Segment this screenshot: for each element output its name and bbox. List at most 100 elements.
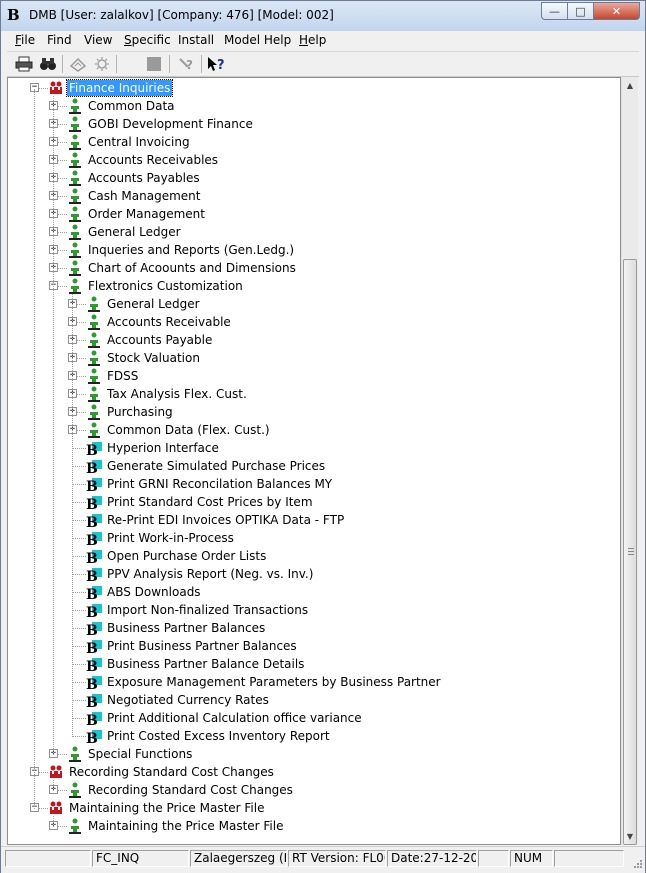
minimize-button[interactable]: —: [541, 2, 568, 20]
menu-model-help[interactable]: Model Help: [224, 33, 291, 47]
tree-row[interactable]: + Special Functions: [8, 745, 608, 763]
tree-row[interactable]: B Print Standard Cost Prices by Item: [8, 493, 608, 511]
tree-item-label[interactable]: Print Additional Calculation office vari…: [107, 710, 362, 726]
tree-item-label[interactable]: Business Partner Balances: [107, 620, 265, 636]
stop-button[interactable]: [143, 54, 165, 74]
tree-row[interactable]: B Import Non-finalized Transactions: [8, 601, 608, 619]
menu-install[interactable]: Install: [178, 33, 214, 47]
tree-item-label[interactable]: Recording Standard Cost Changes: [69, 764, 274, 780]
menu-help[interactable]: Help: [299, 33, 326, 47]
tree-item-label[interactable]: Accounts Receivables: [88, 152, 218, 168]
resize-grip-icon[interactable]: [631, 859, 643, 871]
vertical-scrollbar[interactable]: ▲ ▼: [621, 77, 638, 845]
tree-item-label[interactable]: Chart of Acoounts and Dimensions: [88, 260, 296, 276]
menu-view[interactable]: View: [84, 33, 112, 47]
tree-row[interactable]: + Stock Valuation: [8, 349, 608, 367]
tree-item-label[interactable]: Stock Valuation: [107, 350, 200, 366]
tree-row[interactable]: + Chart of Acoounts and Dimensions: [8, 259, 608, 277]
tree-row[interactable]: + Common Data: [8, 97, 608, 115]
tree-row[interactable]: B Print Work-in-Process: [8, 529, 608, 547]
tree-row[interactable]: − Finance Inquiries: [8, 79, 608, 97]
menu-tree[interactable]: − Finance Inquiries + Common Data + GOBI Deve…: [7, 77, 621, 845]
tree-item-label[interactable]: Central Invoicing: [88, 134, 190, 150]
tree-row[interactable]: + Common Data (Flex. Cust.): [8, 421, 608, 439]
help-query-button[interactable]: ?: [175, 54, 197, 74]
tree-item-label[interactable]: Special Functions: [88, 746, 192, 762]
tree-item-label[interactable]: Accounts Receivable: [107, 314, 231, 330]
tree-row[interactable]: B PPV Analysis Report (Neg. vs. Inv.): [8, 565, 608, 583]
tree-item-label[interactable]: Purchasing: [107, 404, 173, 420]
tree-item-label[interactable]: Negotiated Currency Rates: [107, 692, 269, 708]
tree-item-label[interactable]: General Ledger: [107, 296, 200, 312]
tree-item-label[interactable]: Import Non-finalized Transactions: [107, 602, 308, 618]
tree-row[interactable]: + Recording Standard Cost Changes: [8, 781, 608, 799]
tree-item-label[interactable]: Print GRNI Reconcilation Balances MY: [107, 476, 332, 492]
scroll-down-button[interactable]: ▼: [622, 828, 638, 845]
tree-row[interactable]: + Central Invoicing: [8, 133, 608, 151]
tree-item-label[interactable]: Re-Print EDI Invoices OPTIKA Data - FTP: [107, 512, 344, 528]
tree-item-label[interactable]: Order Management: [88, 206, 205, 222]
tree-row[interactable]: + Order Management: [8, 205, 608, 223]
menu-specific[interactable]: Specific: [124, 33, 171, 47]
find-button[interactable]: [37, 54, 59, 74]
tree-row[interactable]: + Inqueries and Reports (Gen.Ledg.): [8, 241, 608, 259]
tree-item-label[interactable]: GOBI Development Finance: [88, 116, 253, 132]
tree-item-label[interactable]: Common Data (Flex. Cust.): [107, 422, 270, 438]
scroll-thumb[interactable]: [623, 259, 637, 845]
tree-row[interactable]: + General Ledger: [8, 223, 608, 241]
tree-row[interactable]: − Flextronics Customization: [8, 277, 608, 295]
tree-row[interactable]: + Tax Analysis Flex. Cust.: [8, 385, 608, 403]
tree-item-label[interactable]: FDSS: [107, 368, 138, 384]
tree-item-label[interactable]: Maintaining the Price Master File: [69, 800, 265, 816]
tree-item-label[interactable]: Business Partner Balance Details: [107, 656, 304, 672]
tree-row[interactable]: + Accounts Payables: [8, 169, 608, 187]
tree-row[interactable]: B Generate Simulated Purchase Prices: [8, 457, 608, 475]
tree-item-label[interactable]: Accounts Payable: [107, 332, 212, 348]
tree-item-label[interactable]: Print Standard Cost Prices by Item: [107, 494, 313, 510]
tree-item-label[interactable]: Accounts Payables: [88, 170, 200, 186]
tree-item-label[interactable]: Cash Management: [88, 188, 200, 204]
tree-item-label[interactable]: Common Data: [88, 98, 175, 114]
app-b-icon[interactable]: B: [7, 7, 23, 23]
tree-item-label[interactable]: Print Costed Excess Inventory Report: [107, 728, 330, 744]
tree-row[interactable]: − Recording Standard Cost Changes: [8, 763, 608, 781]
tree-row[interactable]: − Maintaining the Price Master File: [8, 799, 608, 817]
tree-row[interactable]: B Print Business Partner Balances: [8, 637, 608, 655]
tree-row[interactable]: B Negotiated Currency Rates: [8, 691, 608, 709]
tree-item-label[interactable]: Open Purchase Order Lists: [107, 548, 266, 564]
tree-row[interactable]: B Open Purchase Order Lists: [8, 547, 608, 565]
maximize-button[interactable]: □: [568, 2, 594, 20]
tree-row[interactable]: + Purchasing: [8, 403, 608, 421]
close-button[interactable]: ✕: [594, 2, 640, 20]
tool-4-button[interactable]: [91, 54, 113, 74]
tree-item-label[interactable]: Finance Inquiries: [65, 79, 174, 97]
print-button[interactable]: [13, 54, 35, 74]
tree-row[interactable]: + FDSS: [8, 367, 608, 385]
tree-row[interactable]: B Business Partner Balances: [8, 619, 608, 637]
tool-3-button[interactable]: [67, 54, 89, 74]
tree-item-label[interactable]: Print Work-in-Process: [107, 530, 234, 546]
menu-find[interactable]: Find: [47, 33, 72, 47]
tree-item-label[interactable]: PPV Analysis Report (Neg. vs. Inv.): [107, 566, 313, 582]
tree-row[interactable]: B Print GRNI Reconcilation Balances MY: [8, 475, 608, 493]
tree-row[interactable]: + General Ledger: [8, 295, 608, 313]
scroll-up-button[interactable]: ▲: [622, 77, 638, 94]
tree-row[interactable]: B ABS Downloads: [8, 583, 608, 601]
tree-row[interactable]: + Cash Management: [8, 187, 608, 205]
context-help-button[interactable]: ?: [206, 54, 228, 74]
tree-item-label[interactable]: Maintaining the Price Master File: [88, 818, 284, 834]
tree-item-label[interactable]: Recording Standard Cost Changes: [88, 782, 293, 798]
tree-row[interactable]: B Print Additional Calculation office var…: [8, 709, 608, 727]
tree-row[interactable]: + Accounts Receivables: [8, 151, 608, 169]
tree-item-label[interactable]: Generate Simulated Purchase Prices: [107, 458, 325, 474]
tree-item-label[interactable]: Hyperion Interface: [107, 440, 219, 456]
tree-row[interactable]: + Maintaining the Price Master File: [8, 817, 608, 835]
tree-item-label[interactable]: General Ledger: [88, 224, 181, 240]
tree-row[interactable]: + GOBI Development Finance: [8, 115, 608, 133]
tree-row[interactable]: B Print Costed Excess Inventory Report: [8, 727, 608, 745]
tree-item-label[interactable]: Tax Analysis Flex. Cust.: [107, 386, 247, 402]
tree-row[interactable]: + Accounts Receivable: [8, 313, 608, 331]
tree-row[interactable]: + Accounts Payable: [8, 331, 608, 349]
title-bar[interactable]: B DMB [User: zalalkov] [Company: 476] [M…: [1, 1, 645, 31]
tree-row[interactable]: B Business Partner Balance Details: [8, 655, 608, 673]
